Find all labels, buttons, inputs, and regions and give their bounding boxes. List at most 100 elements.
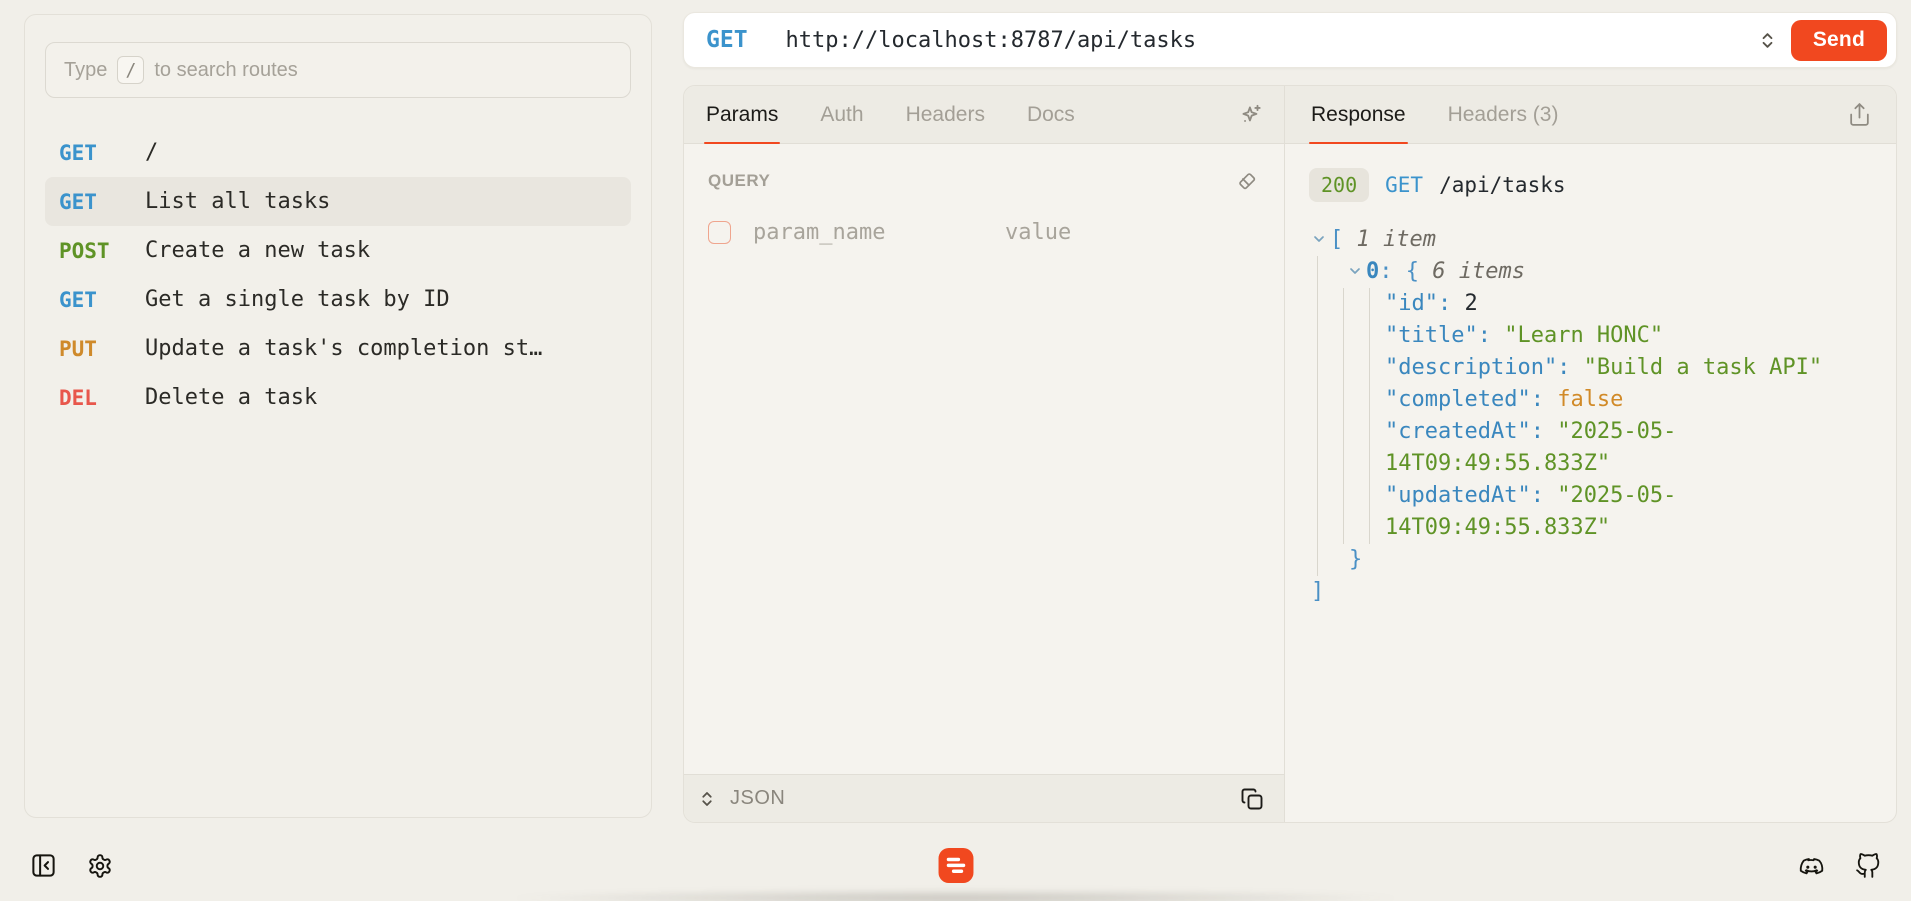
- copy-icon: [1240, 787, 1264, 811]
- route-label: Delete a task: [145, 385, 317, 410]
- route-item[interactable]: POSTCreate a new task: [45, 226, 631, 275]
- body-format-bar: JSON: [684, 774, 1284, 822]
- body-format-label: JSON: [730, 787, 785, 810]
- fiberplane-logo-button[interactable]: [937, 847, 974, 884]
- route-item[interactable]: GET/: [45, 128, 631, 177]
- json-token: "title":: [1385, 323, 1491, 348]
- tab-headers-3[interactable]: Headers (3): [1446, 86, 1561, 143]
- eraser-icon: [1234, 168, 1260, 194]
- json-tree-row: ]: [1309, 576, 1872, 608]
- json-token: {: [1393, 259, 1420, 284]
- ai-generate-button[interactable]: [1238, 102, 1264, 128]
- collapse-sidebar-icon: [30, 852, 57, 879]
- route-label: Get a single task by ID: [145, 287, 450, 312]
- response-panel: Response Headers (3) 200 GET /api/tasks: [1285, 86, 1896, 822]
- json-tree-row: }: [1309, 544, 1872, 576]
- chevrons-up-down-icon: [1758, 31, 1777, 50]
- settings-button[interactable]: [85, 851, 115, 881]
- sparkles-icon: [1238, 102, 1264, 128]
- json-token: ]: [1311, 579, 1324, 604]
- json-tree-row: 14T09:49:55.833Z": [1309, 512, 1872, 544]
- app-footer: [0, 830, 1911, 901]
- discord-link-button[interactable]: [1794, 851, 1829, 881]
- collapse-sidebar-button[interactable]: [28, 850, 59, 881]
- route-method-badge: PUT: [59, 337, 145, 361]
- collapse-toggle-icon[interactable]: [1311, 224, 1330, 256]
- params-panel: Params Auth Headers Docs QUERY: [684, 86, 1284, 822]
- route-label: Create a new task: [145, 238, 370, 263]
- json-token: "2025-05-: [1544, 419, 1676, 444]
- json-token: "updatedAt":: [1385, 483, 1544, 508]
- response-method-label: GET: [1385, 173, 1423, 197]
- json-token: "description":: [1385, 355, 1570, 380]
- share-response-button[interactable]: [1847, 102, 1872, 127]
- response-panel-header: Response Headers (3): [1285, 86, 1896, 144]
- discord-icon: [1796, 853, 1827, 879]
- tab-headers[interactable]: Headers: [904, 86, 987, 143]
- request-history-stepper[interactable]: [1758, 31, 1777, 50]
- json-tree-row: "updatedAt": "2025-05-: [1309, 480, 1872, 512]
- search-placeholder-suffix: to search routes: [154, 59, 297, 82]
- route-list: GET/GETList all tasksPOSTCreate a new ta…: [45, 128, 631, 422]
- json-tree-row: "createdAt": "2025-05-: [1309, 416, 1872, 448]
- status-code-badge: 200: [1309, 168, 1369, 202]
- slash-shortcut-keycap: /: [117, 56, 144, 84]
- route-search-input[interactable]: Type / to search routes: [45, 42, 631, 98]
- response-status-row: 200 GET /api/tasks: [1309, 168, 1872, 202]
- json-token: 2: [1451, 291, 1478, 316]
- github-link-button[interactable]: [1853, 851, 1883, 881]
- tab-params[interactable]: Params: [704, 86, 780, 143]
- clear-params-button[interactable]: [1234, 168, 1260, 194]
- send-button[interactable]: Send: [1791, 20, 1887, 61]
- json-token: "completed":: [1385, 387, 1544, 412]
- route-item[interactable]: PUTUpdate a task's completion st…: [45, 324, 631, 373]
- tab-response[interactable]: Response: [1309, 86, 1408, 143]
- json-token: "Learn HONC": [1491, 323, 1663, 348]
- route-item[interactable]: GETGet a single task by ID: [45, 275, 631, 324]
- chevrons-up-down-icon: [698, 790, 716, 808]
- json-token: "Build a task API": [1570, 355, 1822, 380]
- route-method-badge: GET: [59, 141, 145, 165]
- json-token: 6 items: [1419, 259, 1525, 284]
- json-token: [: [1330, 227, 1343, 252]
- params-panel-body: QUERY: [684, 144, 1284, 774]
- param-value-input[interactable]: [1005, 220, 1260, 245]
- route-label: Update a task's completion st…: [145, 336, 542, 361]
- response-panel-body: 200 GET /api/tasks [ 1 item0: { 6 items"…: [1285, 144, 1896, 822]
- query-param-row: [708, 220, 1260, 245]
- url-input[interactable]: [786, 28, 1758, 53]
- param-enabled-checkbox[interactable]: [708, 221, 731, 244]
- json-tree-row: 14T09:49:55.833Z": [1309, 448, 1872, 480]
- params-tabs: Params Auth Headers Docs: [704, 86, 1077, 143]
- tab-docs[interactable]: Docs: [1025, 86, 1077, 143]
- json-tree-row: "completed": false: [1309, 384, 1872, 416]
- query-section-label: QUERY: [708, 171, 770, 191]
- route-item[interactable]: GETList all tasks: [45, 177, 631, 226]
- json-tree-row: [ 1 item: [1309, 224, 1872, 256]
- json-token: 0: [1366, 259, 1379, 284]
- collapse-toggle-icon[interactable]: [1347, 256, 1366, 288]
- response-tabs: Response Headers (3): [1309, 86, 1560, 143]
- method-select[interactable]: GET: [706, 27, 748, 53]
- request-bar: GET Send: [683, 12, 1897, 68]
- copy-button[interactable]: [1234, 781, 1270, 817]
- fiberplane-logo: [937, 847, 974, 884]
- params-panel-header: Params Auth Headers Docs: [684, 86, 1284, 144]
- github-icon: [1855, 853, 1881, 879]
- json-token: "createdAt":: [1385, 419, 1544, 444]
- search-placeholder-prefix: Type: [64, 59, 107, 82]
- route-method-badge: GET: [59, 288, 145, 312]
- json-token: 14T09:49:55.833Z": [1385, 451, 1610, 476]
- json-token: "id":: [1385, 291, 1451, 316]
- format-select-stepper[interactable]: [698, 790, 716, 808]
- json-token: false: [1544, 387, 1623, 412]
- json-tree-row: 0: { 6 items: [1309, 256, 1872, 288]
- json-token: "2025-05-: [1544, 483, 1676, 508]
- route-item[interactable]: DELDelete a task: [45, 373, 631, 422]
- param-name-input[interactable]: [753, 220, 983, 245]
- json-token: 1 item: [1343, 227, 1436, 252]
- json-tree-row: "id": 2: [1309, 288, 1872, 320]
- request-response-panels: Params Auth Headers Docs QUERY: [683, 85, 1897, 823]
- response-path-label: /api/tasks: [1439, 173, 1565, 197]
- tab-auth[interactable]: Auth: [818, 86, 865, 143]
